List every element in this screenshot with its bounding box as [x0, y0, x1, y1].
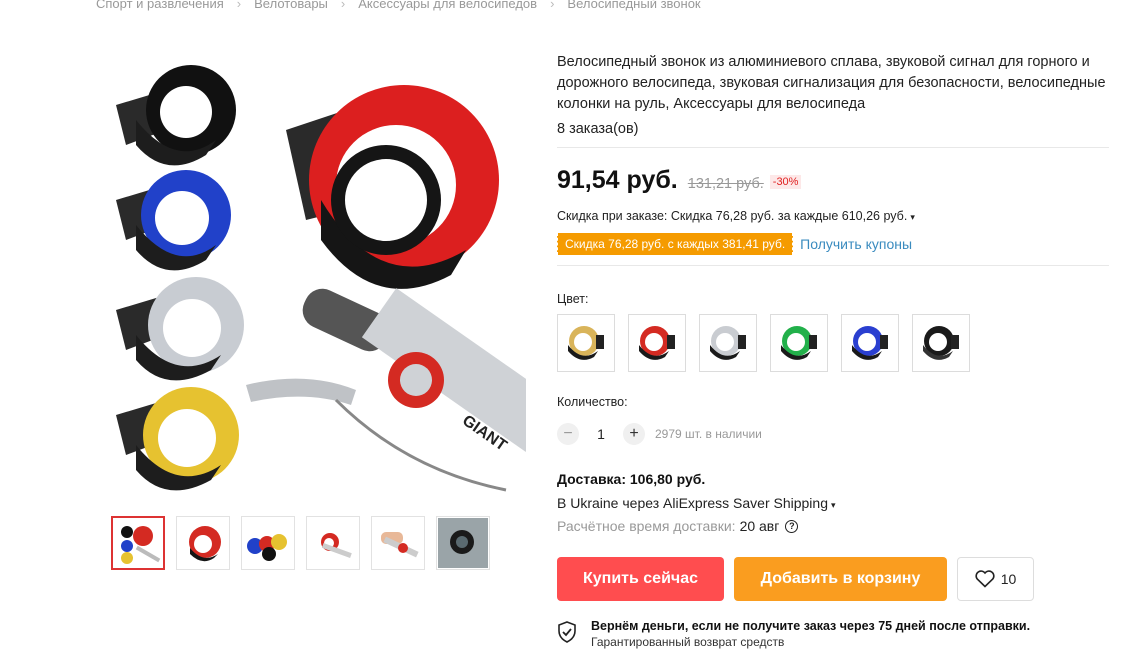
quantity-stepper: − 1 + 2979 шт. в наличии: [557, 423, 1109, 445]
chevron-down-icon: ▾: [910, 212, 915, 222]
orders-count: 8 заказа(ов): [557, 121, 639, 137]
breadcrumb-item-accessories[interactable]: Аксессуары для велосипедов: [358, 0, 537, 11]
heart-icon: [975, 570, 995, 588]
current-price: 91,54 руб.: [557, 166, 678, 194]
guarantee-title: Вернём деньги, если не получите заказ че…: [591, 619, 1031, 633]
silver-bell-image: [116, 277, 244, 381]
help-icon[interactable]: ?: [785, 519, 799, 533]
discount-badge: -30%: [769, 175, 802, 189]
old-price: 131,21 руб.: [687, 176, 764, 192]
breadcrumb-item-bell[interactable]: Велосипедный звонок: [567, 0, 700, 11]
wishlist-count: 10: [1000, 571, 1017, 587]
shield-check-icon: [558, 621, 576, 643]
divider: [557, 147, 1109, 148]
chevron-right-icon: ›: [550, 0, 555, 11]
main-product-image[interactable]: GIANT: [106, 50, 526, 502]
coupon-tag: Скидка 76,28 руб. с каждых 381,41 руб.: [557, 233, 794, 255]
stock-count: 2979 шт. в наличии: [655, 427, 762, 441]
shipping-method-selector[interactable]: В Ukraine через AliExpress Saver Shippin…: [557, 495, 1109, 511]
color-swatches: [557, 314, 1109, 372]
guarantee-subtitle: Гарантированный возврат средств: [591, 635, 785, 649]
chevron-right-icon: ›: [236, 0, 242, 11]
color-swatch-green[interactable]: [770, 314, 828, 372]
purchase-actions: Купить сейчас Добавить в корзину 10: [557, 557, 1109, 601]
shipping-method-text: В Ukraine через AliExpress Saver Shippin…: [557, 495, 828, 511]
black-bell-image: [116, 65, 236, 166]
quantity-label: Количество:: [557, 395, 628, 409]
buyer-guarantee: Вернём деньги, если не получите заказ че…: [557, 619, 1109, 649]
thumbnail-hand-on-handlebar[interactable]: [371, 516, 425, 570]
color-swatch-red[interactable]: [628, 314, 686, 372]
eta-date: 20 авг: [739, 518, 780, 534]
thumbnail-strip: [111, 516, 490, 570]
breadcrumb-item-bikes[interactable]: Велотовары: [254, 0, 328, 11]
add-to-cart-button[interactable]: Добавить в корзину: [734, 557, 947, 601]
color-swatch-black[interactable]: [912, 314, 970, 372]
thumbnail-multicolor-bells[interactable]: [241, 516, 295, 570]
quantity-increase-button[interactable]: +: [623, 423, 645, 445]
buy-now-button[interactable]: Купить сейчас: [557, 557, 724, 601]
blue-bell-image: [116, 170, 231, 271]
product-title: Велосипедный звонок из алюминиевого спла…: [557, 54, 1106, 112]
thumbnail-red-bell[interactable]: [176, 516, 230, 570]
color-swatch-blue[interactable]: [841, 314, 899, 372]
wishlist-button[interactable]: 10: [957, 557, 1034, 601]
delivery-eta: Расчётное время доставки: 20 авг ?: [557, 518, 1109, 534]
handlebar-image: GIANT: [246, 288, 526, 492]
chevron-right-icon: ›: [340, 0, 346, 11]
price-row: 91,54 руб. 131,21 руб. -30%: [557, 166, 1109, 195]
color-swatch-silver[interactable]: [699, 314, 757, 372]
color-swatch-gold[interactable]: [557, 314, 615, 372]
thumbnail-bells-collage[interactable]: [111, 516, 165, 570]
divider: [557, 265, 1109, 266]
coupon-row: Скидка 76,28 руб. с каждых 381,41 руб. П…: [557, 233, 1109, 255]
thumbnail-bell-on-bike[interactable]: [306, 516, 360, 570]
order-discount-text: Скидка при заказе: Скидка 76,28 руб. за …: [557, 209, 908, 223]
breadcrumb-item-sport[interactable]: Спорт и развлечения: [96, 0, 224, 11]
color-label: Цвет:: [557, 292, 589, 306]
eta-label: Расчётное время доставки:: [557, 518, 736, 534]
order-discount[interactable]: Скидка при заказе: Скидка 76,28 руб. за …: [557, 209, 1109, 223]
gold-bell-image: [116, 387, 239, 491]
quantity-value[interactable]: 1: [579, 426, 623, 442]
chevron-down-icon: ▾: [830, 500, 836, 510]
product-info: Велосипедный звонок из алюминиевого спла…: [557, 52, 1109, 649]
quantity-decrease-button[interactable]: −: [557, 423, 579, 445]
thumbnail-bell-closeup[interactable]: [436, 516, 490, 570]
get-coupons-link[interactable]: Получить купоны: [800, 236, 912, 252]
red-bell-image: [286, 85, 499, 289]
delivery-cost: Доставка: 106,80 руб.: [557, 471, 706, 487]
breadcrumb: Спорт и развлечения › Велотовары › Аксес…: [96, 0, 701, 11]
